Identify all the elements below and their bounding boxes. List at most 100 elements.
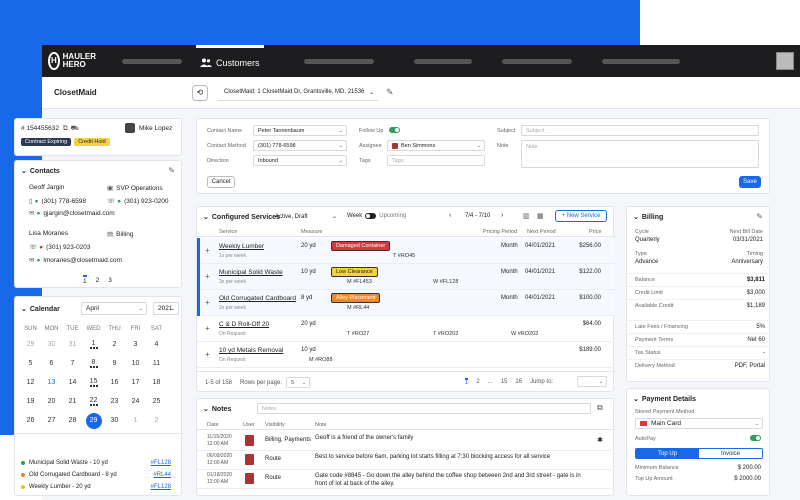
- tags-input[interactable]: Tags: [387, 155, 485, 166]
- event-item[interactable]: Municipal Solid Waste - 10 yd #FL128: [21, 457, 179, 469]
- table-row[interactable]: + Weekly Lumber 1x per week 20 yd Damaged Co…: [197, 238, 615, 264]
- calendar-day[interactable]: 13: [41, 373, 62, 392]
- chevron-down-icon[interactable]: ⌄: [21, 167, 27, 175]
- calendar-day[interactable]: 4: [146, 335, 167, 354]
- nav-customers[interactable]: Customers: [196, 45, 264, 77]
- calendar-day[interactable]: 30: [104, 411, 125, 430]
- chevron-down-icon[interactable]: ⌄: [21, 305, 27, 313]
- event-item[interactable]: Old Corrugated Cardboard - 8 yd #RL44: [21, 469, 179, 481]
- route-code[interactable]: W #RO203: [511, 331, 538, 337]
- edit-icon[interactable]: ✎: [386, 87, 394, 98]
- calendar-day[interactable]: 17: [125, 373, 146, 392]
- subject-input[interactable]: Subject: [521, 125, 759, 136]
- logo[interactable]: H HAULER HERO: [48, 48, 96, 74]
- contact-email[interactable]: gjargin@closetmaid.com: [43, 210, 114, 217]
- expand-icon[interactable]: ⧉: [597, 403, 603, 413]
- calendar-day[interactable]: 10: [125, 354, 146, 373]
- refresh-icon[interactable]: ⟲: [192, 84, 208, 101]
- table-row[interactable]: + Municipal Solid Waste 3x per week 10 yd Lo…: [197, 264, 615, 290]
- note-input[interactable]: Notes: [257, 403, 591, 414]
- nav-placeholder-2[interactable]: [304, 59, 374, 64]
- chevron-down-icon[interactable]: ⌄: [633, 395, 639, 403]
- week-upcoming-toggle[interactable]: [365, 213, 377, 219]
- edit-icon[interactable]: ✎: [756, 212, 763, 221]
- service-name[interactable]: Municipal Solid Waste: [219, 269, 283, 276]
- calendar-day[interactable]: 18: [146, 373, 167, 392]
- contact-method-select[interactable]: (301) 778-6598 ⌄: [253, 140, 347, 151]
- save-button[interactable]: Save: [739, 176, 761, 188]
- chevron-right-icon[interactable]: ›: [501, 212, 503, 219]
- calendar-day[interactable]: 23: [104, 392, 125, 411]
- route-code[interactable]: M #RO88: [309, 357, 333, 363]
- service-name[interactable]: Old Corrugated Cardboard: [219, 295, 296, 302]
- service-name[interactable]: 10 yd Metals Removal: [219, 347, 283, 354]
- calendar-day[interactable]: 22: [83, 392, 104, 411]
- calendar-day[interactable]: 19: [20, 392, 41, 411]
- calendar-day[interactable]: 2: [104, 335, 125, 354]
- calendar-day[interactable]: 1: [83, 335, 104, 354]
- followup-toggle[interactable]: [389, 127, 400, 133]
- phone-icon[interactable]: ●: [117, 198, 121, 205]
- nav-placeholder-3[interactable]: [414, 59, 472, 64]
- edit-icon[interactable]: ✎: [168, 166, 175, 175]
- copy-icon[interactable]: ⧉: [63, 125, 68, 133]
- page-link[interactable]: 2: [96, 277, 100, 284]
- cancel-button[interactable]: Cancel: [207, 176, 235, 188]
- contact-phone[interactable]: (301) 923-0203: [46, 244, 90, 251]
- calendar-day[interactable]: 5: [20, 354, 41, 373]
- page-link[interactable]: 1: [83, 275, 87, 285]
- account-select[interactable]: ClosetMaid: 1 ClosetMaid Dr, Grantsville…: [218, 85, 378, 101]
- event-item[interactable]: Weekly Lumber - 20 yd #FL128: [21, 481, 179, 493]
- expand-icon[interactable]: +: [205, 324, 210, 333]
- contact-name-select[interactable]: Peter Tannenbaum ⌄: [253, 125, 347, 136]
- year-select[interactable]: 2021 ⌄: [153, 302, 179, 315]
- calendar-day[interactable]: 28: [62, 411, 83, 430]
- calendar-day[interactable]: 14: [62, 373, 83, 392]
- contact-phone[interactable]: (301) 923-0200: [124, 198, 168, 205]
- table-row[interactable]: + C & D Roll-Off 20 On Request 20 yd T #RO27…: [197, 316, 615, 342]
- nav-placeholder-1[interactable]: [122, 59, 182, 64]
- new-service-button[interactable]: + New Service: [555, 210, 607, 222]
- route-code[interactable]: T #RO45: [393, 253, 415, 259]
- table-row[interactable]: +10 yd Metals Removal On Request 10 yd M #R…: [197, 342, 615, 368]
- calendar-day[interactable]: 3: [125, 335, 146, 354]
- route-code[interactable]: M #FL453: [347, 279, 372, 285]
- calendar-day[interactable]: 2: [146, 411, 167, 430]
- table-row[interactable]: 06/09/2020 12:00 AM Route Best to service b…: [197, 451, 615, 470]
- calendar-day[interactable]: 12: [20, 373, 41, 392]
- calendar-day[interactable]: 1: [125, 411, 146, 430]
- user-avatar[interactable]: [776, 52, 794, 70]
- nav-placeholder-5[interactable]: [602, 59, 680, 64]
- table-row[interactable]: 01/18/2020 12:00 AM Route Gate code #8845 -…: [197, 470, 615, 489]
- event-code[interactable]: #FL128: [151, 484, 171, 490]
- columns-icon[interactable]: ▥: [523, 212, 530, 220]
- expand-icon[interactable]: +: [205, 246, 210, 255]
- status-filter[interactable]: Active, Draft ⌄: [275, 213, 337, 221]
- calendar-day[interactable]: 20: [41, 392, 62, 411]
- table-row[interactable]: + Old Corrugated Cardboard 2x per week 8 yd…: [197, 290, 615, 316]
- calendar-day[interactable]: 24: [125, 392, 146, 411]
- service-name[interactable]: C & D Roll-Off 20: [219, 321, 269, 328]
- calendar-day[interactable]: 11: [146, 354, 167, 373]
- calendar-day[interactable]: 29: [83, 411, 104, 430]
- tab-top-up[interactable]: Top Up: [636, 449, 699, 458]
- calendar-day[interactable]: 7: [62, 354, 83, 373]
- calendar-day[interactable]: 21: [62, 392, 83, 411]
- event-code[interactable]: #FL128: [151, 460, 171, 466]
- route-code[interactable]: T #RO203: [433, 331, 458, 337]
- event-code[interactable]: #RL44: [153, 472, 171, 478]
- page-link[interactable]: 15: [501, 379, 508, 385]
- calendar-day[interactable]: 15: [83, 373, 104, 392]
- page-link[interactable]: 1: [465, 378, 469, 386]
- route-code[interactable]: T #RO27: [347, 331, 369, 337]
- calendar-day[interactable]: 16: [104, 373, 125, 392]
- phone-icon[interactable]: ●: [39, 244, 43, 251]
- autopay-toggle[interactable]: [750, 435, 761, 441]
- phone-icon[interactable]: ●: [35, 198, 39, 205]
- calendar-day[interactable]: 26: [20, 411, 41, 430]
- calendar-day[interactable]: 6: [41, 354, 62, 373]
- expand-icon[interactable]: +: [205, 298, 210, 307]
- calendar-day[interactable]: 25: [146, 392, 167, 411]
- chevron-left-icon[interactable]: ‹: [449, 212, 451, 219]
- month-select[interactable]: April ⌄: [81, 302, 147, 315]
